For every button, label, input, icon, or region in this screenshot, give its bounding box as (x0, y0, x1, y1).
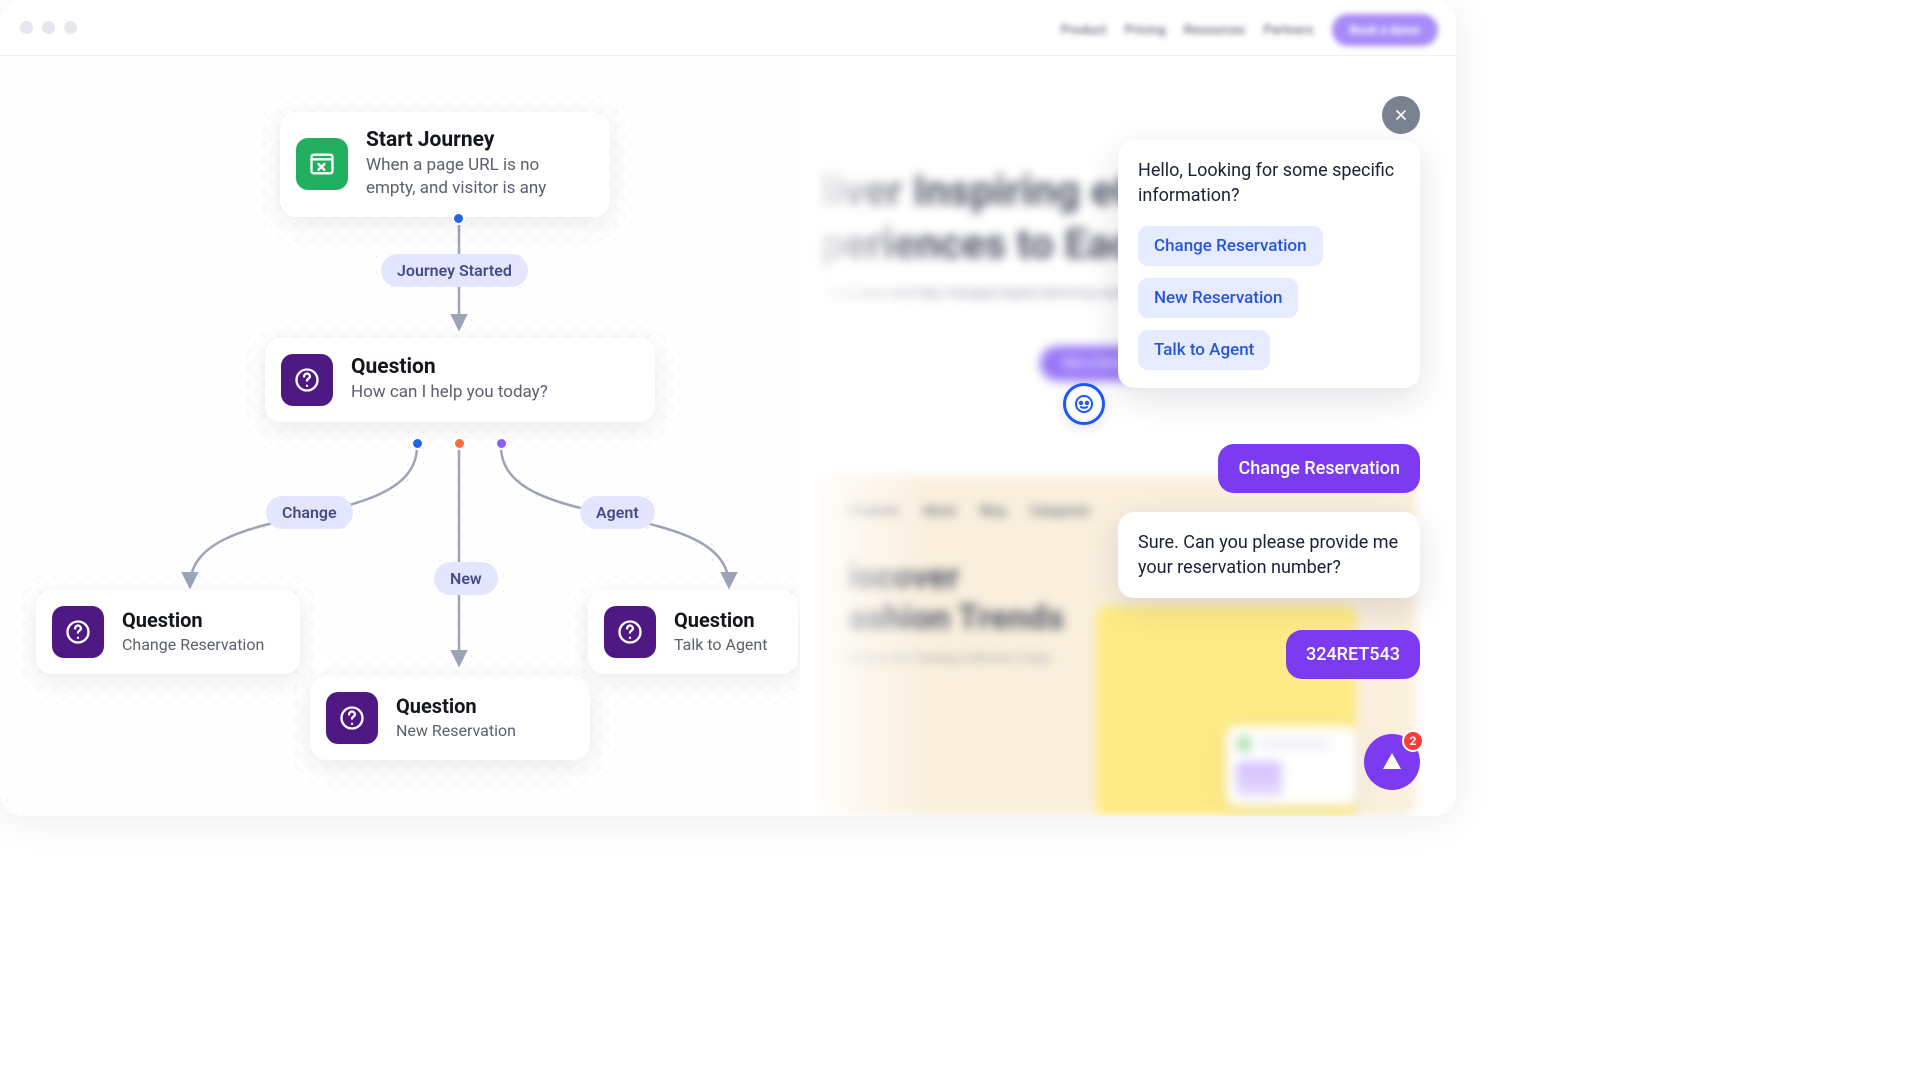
pill-new: New (434, 562, 498, 595)
nav-product: Product (1061, 23, 1107, 38)
bg-fnav-c: Blog (980, 504, 1005, 519)
port-q-left[interactable] (411, 437, 424, 450)
chat-launcher-button[interactable]: 2 (1364, 734, 1420, 790)
node-start-journey[interactable]: Start Journey When a page URL is no empt… (280, 112, 610, 217)
node-new-sub: New Reservation (396, 720, 516, 742)
window-dot-max[interactable] (64, 21, 77, 34)
port-q-right[interactable] (495, 437, 508, 450)
port-start-out[interactable] (452, 212, 465, 225)
window-controls (20, 21, 77, 34)
bg-fnav-d: Categories (1030, 504, 1091, 519)
chat-greeting-card: Hello, Looking for some specific informa… (1118, 140, 1420, 388)
pill-journey-started: Journey Started (381, 254, 528, 287)
nav-resources: Resources (1184, 23, 1246, 38)
node-agent-sub: Talk to Agent (674, 634, 767, 656)
bg-fh2: ashion Trends (848, 598, 1064, 638)
bg-hero-line2: periences to Each (820, 220, 1156, 269)
window-dot-min[interactable] (42, 21, 55, 34)
node-branch-agent[interactable]: Question Talk to Agent (588, 590, 798, 674)
chat-greeting-text: Hello, Looking for some specific informa… (1138, 158, 1400, 208)
bg-mini-card (1226, 726, 1356, 806)
question-icon (281, 354, 333, 406)
chat-option-new[interactable]: New Reservation (1138, 278, 1298, 318)
port-q-center[interactable] (453, 437, 466, 450)
node-change-title: Question (122, 608, 264, 632)
pill-change: Change (266, 496, 353, 529)
node-branch-change[interactable]: Question Change Reservation (36, 590, 300, 674)
node-q-title: Question (351, 355, 548, 379)
bg-fh1: iscover (848, 557, 960, 597)
node-q-subtitle: How can I help you today? (351, 381, 548, 404)
chat-badge: 2 (1402, 730, 1424, 752)
start-icon (296, 138, 348, 190)
nav-partners: Partners (1263, 23, 1313, 38)
question-icon (52, 606, 104, 658)
bg-hero-line1: liver Inspiring eC (820, 167, 1141, 216)
chat-option-agent[interactable]: Talk to Agent (1138, 330, 1270, 370)
bg-top-nav: Product Pricing Resources Partners Book … (1061, 14, 1438, 46)
window-dot-close[interactable] (20, 21, 33, 34)
bg-fnav-a: Products (848, 504, 899, 519)
node-new-title: Question (396, 694, 516, 718)
question-icon (326, 692, 378, 744)
chat-followup-card: Sure. Can you please provide me your res… (1118, 512, 1420, 598)
node-start-title: Start Journey (366, 128, 588, 152)
chat-user-selection: Change Reservation (1218, 444, 1420, 493)
question-icon (604, 606, 656, 658)
nav-cta: Book a demo (1332, 14, 1438, 46)
nav-pricing: Pricing (1125, 23, 1166, 38)
bot-avatar (1063, 383, 1105, 425)
bg-fnav-b: About (923, 504, 957, 519)
chat-option-change[interactable]: Change Reservation (1138, 226, 1323, 266)
chat-followup-text: Sure. Can you please provide me your res… (1138, 530, 1400, 580)
node-question-main[interactable]: Question How can I help you today? (265, 338, 655, 422)
app-window: Product Pricing Resources Partners Book … (0, 0, 1456, 816)
node-start-subtitle: When a page URL is no empty, and visitor… (366, 154, 588, 201)
node-change-sub: Change Reservation (122, 634, 264, 656)
window-titlebar: Product Pricing Resources Partners Book … (0, 0, 1456, 56)
chat-user-code: 324RET543 (1286, 630, 1420, 679)
node-branch-new[interactable]: Question New Reservation (310, 676, 590, 760)
pill-agent: Agent (580, 496, 655, 529)
chat-close-button[interactable] (1382, 96, 1420, 134)
node-agent-title: Question (674, 608, 767, 632)
flow-canvas[interactable]: Start Journey When a page URL is no empt… (0, 56, 800, 816)
